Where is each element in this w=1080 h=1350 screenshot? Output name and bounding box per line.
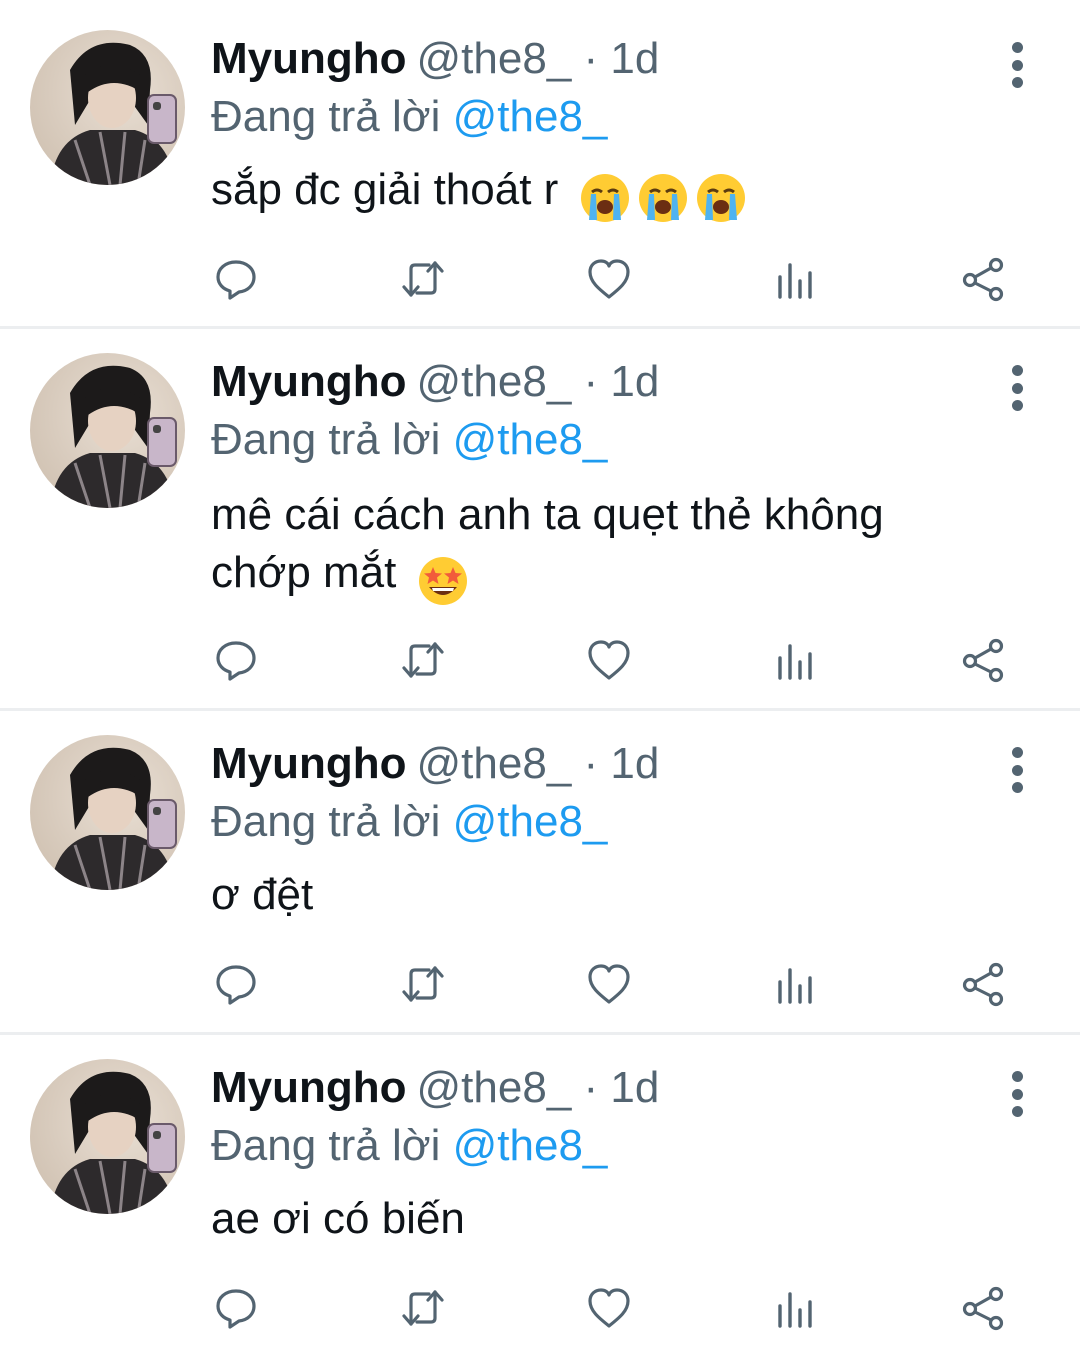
- handle-time: @the8_ · 1d: [416, 739, 660, 788]
- tweet-text: sắp đc giải thoát r: [211, 161, 1011, 225]
- retweet-icon[interactable]: [395, 956, 451, 1012]
- display-name[interactable]: Myungho: [211, 34, 407, 83]
- reply-icon[interactable]: [208, 1280, 264, 1336]
- reply-icon[interactable]: [208, 251, 264, 307]
- reply-handle-link[interactable]: @the8_: [453, 1121, 608, 1170]
- tweet-text-line: mê cái cách anh ta quẹt thẻ không: [211, 490, 884, 539]
- tweet-text: ơ đệt: [211, 866, 1011, 924]
- tweet-header: Myungho @the8_ · 1d: [211, 354, 659, 410]
- share-icon[interactable]: [955, 632, 1011, 688]
- views-icon[interactable]: [768, 632, 824, 688]
- more-options-icon[interactable]: [995, 745, 1039, 795]
- tweet-text-content: ae ơi có biến: [211, 1194, 465, 1243]
- tweet-header: Myungho @the8_ · 1d: [211, 736, 659, 792]
- replying-to: Đang trả lời @the8_: [211, 1118, 607, 1174]
- tweet-header: Myungho @the8_ · 1d: [211, 1060, 659, 1116]
- like-icon[interactable]: [581, 956, 637, 1012]
- reply-handle-link[interactable]: @the8_: [453, 92, 608, 141]
- handle-time: @the8_ · 1d: [416, 357, 660, 406]
- tweet[interactable]: Myungho @the8_ · 1d Đang trả lời @the8_ ơ…: [0, 711, 1080, 1033]
- avatar[interactable]: [30, 353, 185, 508]
- avatar[interactable]: [30, 1059, 185, 1214]
- reply-feed: Myungho @the8_ · 1d Đang trả lời @the8_ s…: [0, 0, 1080, 1350]
- action-bar: [0, 956, 1080, 1012]
- more-options-icon[interactable]: [995, 40, 1039, 90]
- views-icon[interactable]: [768, 251, 824, 307]
- like-icon[interactable]: [581, 1280, 637, 1336]
- views-icon[interactable]: [768, 956, 824, 1012]
- avatar[interactable]: [30, 735, 185, 890]
- views-icon[interactable]: [768, 1280, 824, 1336]
- share-icon[interactable]: [955, 956, 1011, 1012]
- replying-to: Đang trả lời @the8_: [211, 794, 607, 850]
- reply-handle-link[interactable]: @the8_: [453, 415, 608, 464]
- more-options-icon[interactable]: [995, 1069, 1039, 1119]
- reply-icon[interactable]: [208, 956, 264, 1012]
- replying-to: Đang trả lời @the8_: [211, 89, 607, 145]
- loudly-crying-face-emoji: [580, 174, 629, 223]
- replying-to: Đang trả lời @the8_: [211, 412, 607, 468]
- retweet-icon[interactable]: [395, 251, 451, 307]
- retweet-icon[interactable]: [395, 1280, 451, 1336]
- action-bar: [0, 251, 1080, 307]
- reply-prefix: Đang trả lời: [211, 797, 441, 846]
- handle-time: @the8_ · 1d: [416, 1063, 660, 1112]
- avatar[interactable]: [30, 30, 185, 185]
- tweet[interactable]: Myungho @the8_ · 1d Đang trả lời @the8_ m…: [0, 329, 1080, 709]
- tweet-text: ae ơi có biến: [211, 1190, 1011, 1248]
- display-name[interactable]: Myungho: [211, 739, 407, 788]
- tweet-text-line: chớp mắt: [211, 548, 397, 597]
- retweet-icon[interactable]: [395, 632, 451, 688]
- share-icon[interactable]: [955, 251, 1011, 307]
- share-icon[interactable]: [955, 1280, 1011, 1336]
- reply-handle-link[interactable]: @the8_: [453, 797, 608, 846]
- reply-prefix: Đang trả lời: [211, 1121, 441, 1170]
- reply-prefix: Đang trả lời: [211, 415, 441, 464]
- handle-time: @the8_ · 1d: [416, 34, 660, 83]
- tweet[interactable]: Myungho @the8_ · 1d Đang trả lời @the8_ s…: [0, 0, 1080, 327]
- loudly-crying-face-emoji: [638, 174, 687, 223]
- tweet-text: mê cái cách anh ta quẹt thẻ không chớp m…: [211, 486, 1011, 608]
- tweet-header: Myungho @the8_ · 1d: [211, 31, 659, 87]
- tweet-text-content: sắp đc giải thoát r: [211, 165, 559, 214]
- more-options-icon[interactable]: [995, 363, 1039, 413]
- display-name[interactable]: Myungho: [211, 1063, 407, 1112]
- like-icon[interactable]: [581, 251, 637, 307]
- tweet-text-content: ơ đệt: [211, 870, 314, 919]
- loudly-crying-face-emoji: [696, 174, 745, 223]
- like-icon[interactable]: [581, 632, 637, 688]
- reply-prefix: Đang trả lời: [211, 92, 441, 141]
- tweet[interactable]: Myungho @the8_ · 1d Đang trả lời @the8_ a…: [0, 1035, 1080, 1350]
- action-bar: [0, 1280, 1080, 1336]
- star-struck-emoji: [418, 557, 467, 606]
- reply-icon[interactable]: [208, 632, 264, 688]
- display-name[interactable]: Myungho: [211, 357, 407, 406]
- action-bar: [0, 632, 1080, 688]
